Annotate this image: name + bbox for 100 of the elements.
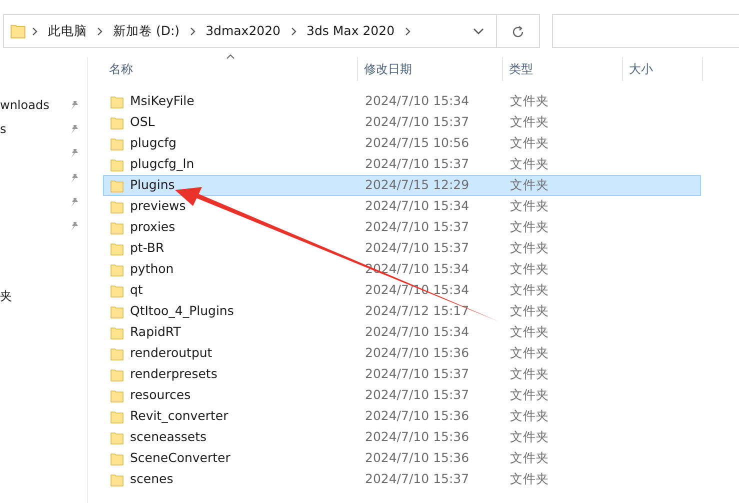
file-name: OSL <box>130 113 155 132</box>
file-row[interactable]: renderpresets 2024/7/10 15:37 文件夹 <box>103 364 701 385</box>
modified-date: 2024/7/10 15:34 <box>364 323 470 342</box>
chevron-icon <box>290 26 297 36</box>
column-header[interactable]: 大小 <box>623 57 703 81</box>
file-row[interactable]: resources 2024/7/10 15:37 文件夹 <box>103 385 701 406</box>
file-row[interactable]: SceneConverter 2024/7/10 15:36 文件夹 <box>103 448 701 469</box>
file-row[interactable]: QtItoo_4_Plugins 2024/7/12 15:17 文件夹 <box>103 301 701 322</box>
file-row[interactable]: OSL 2024/7/10 15:37 文件夹 <box>103 112 701 133</box>
modified-date: 2024/7/10 15:37 <box>364 113 470 132</box>
folder-icon <box>110 178 124 192</box>
file-type: 文件夹 <box>509 302 550 320</box>
modified-date: 2024/7/10 15:37 <box>364 386 470 404</box>
search-field[interactable] <box>552 14 739 48</box>
modified-date: 2024/7/10 15:37 <box>364 365 470 384</box>
modified-date: 2024/7/10 15:36 <box>364 449 470 468</box>
file-row[interactable]: proxies 2024/7/10 15:37 文件夹 <box>103 217 701 238</box>
sidebar-item[interactable]: wnloads <box>0 96 50 114</box>
file-type: 文件夹 <box>509 155 550 174</box>
file-type: 文件夹 <box>509 218 550 236</box>
file-name: scenes <box>130 470 174 488</box>
file-name: plugcfg_ln <box>130 155 194 174</box>
folder-icon <box>110 94 124 108</box>
modified-date: 2024/7/10 15:37 <box>364 470 470 488</box>
file-row[interactable]: previews 2024/7/10 15:34 文件夹 <box>103 196 701 217</box>
file-name: Plugins <box>130 176 175 194</box>
file-type: 文件夹 <box>509 344 550 362</box>
file-name: qt <box>130 281 143 300</box>
file-row[interactable]: sceneassets 2024/7/10 15:36 文件夹 <box>103 427 701 448</box>
file-name: SceneConverter <box>130 449 230 468</box>
chevron-icon <box>97 26 103 36</box>
file-name: plugcfg <box>130 134 176 152</box>
breadcrumb[interactable]: 3dmax2020 <box>206 22 281 40</box>
file-row[interactable]: renderoutput 2024/7/10 15:36 文件夹 <box>103 343 701 364</box>
folder-icon <box>110 284 124 298</box>
file-type: 文件夹 <box>509 176 550 194</box>
folder-icon <box>110 242 124 256</box>
folder-icon <box>110 346 124 360</box>
sort-caret-icon <box>226 54 235 59</box>
folder-icon <box>110 200 124 214</box>
sidebar-item[interactable]: s <box>0 120 6 138</box>
column-header[interactable]: 修改日期 <box>358 57 503 81</box>
column-header[interactable]: 类型 <box>503 57 623 81</box>
file-type: 文件夹 <box>509 428 550 446</box>
file-row[interactable]: RapidRT 2024/7/10 15:34 文件夹 <box>103 322 701 343</box>
folder-icon <box>10 22 26 40</box>
modified-date: 2024/7/10 15:37 <box>364 218 470 236</box>
folder-icon <box>110 136 124 150</box>
file-row[interactable]: scenes 2024/7/10 15:37 文件夹 <box>103 469 701 490</box>
modified-date: 2024/7/10 15:37 <box>364 239 470 258</box>
breadcrumb[interactable]: 此电脑 <box>48 22 87 40</box>
modified-date: 2024/7/10 15:36 <box>364 407 470 426</box>
address-bar[interactable]: 此电脑 新加卷 (D:) 3dmax2020 3ds Max 2020 <box>3 14 540 48</box>
file-type: 文件夹 <box>509 281 550 300</box>
file-type: 文件夹 <box>509 470 550 488</box>
file-type: 文件夹 <box>509 449 550 468</box>
modified-date: 2024/7/10 15:34 <box>364 197 470 216</box>
file-row[interactable]: plugcfg 2024/7/15 10:56 文件夹 <box>103 133 701 154</box>
chevron-icon <box>32 26 38 36</box>
folder-icon <box>110 304 124 318</box>
file-type: 文件夹 <box>509 92 550 110</box>
file-type: 文件夹 <box>509 197 550 216</box>
file-name: previews <box>130 197 186 216</box>
folder-icon <box>110 220 124 234</box>
modified-date: 2024/7/10 15:37 <box>364 155 470 174</box>
file-name: proxies <box>130 218 176 236</box>
file-type: 文件夹 <box>509 260 550 278</box>
folder-icon <box>110 262 124 276</box>
file-row[interactable]: Revit_converter 2024/7/10 15:36 文件夹 <box>103 406 701 427</box>
folder-icon <box>110 116 124 130</box>
folder-icon <box>110 158 124 172</box>
chevron-icon <box>190 26 196 36</box>
file-row[interactable]: Plugins 2024/7/15 12:29 文件夹 <box>103 175 701 196</box>
file-name: RapidRT <box>130 323 181 342</box>
modified-date: 2024/7/10 15:34 <box>364 92 470 110</box>
column-header[interactable]: 名称 <box>103 57 358 81</box>
modified-date: 2024/7/10 15:36 <box>364 428 470 446</box>
file-name: pt-BR <box>130 239 164 258</box>
file-type: 文件夹 <box>509 113 550 132</box>
file-row[interactable]: pt-BR 2024/7/10 15:37 文件夹 <box>103 238 701 259</box>
file-type: 文件夹 <box>509 323 550 342</box>
refresh-icon <box>511 24 525 39</box>
modified-date: 2024/7/12 15:17 <box>364 302 470 320</box>
file-row[interactable]: MsiKeyFile 2024/7/10 15:34 文件夹 <box>103 91 701 112</box>
folder-icon <box>110 410 124 424</box>
file-type: 文件夹 <box>509 386 550 404</box>
file-name: Revit_converter <box>130 407 228 426</box>
dropdown-icon[interactable] <box>473 28 484 34</box>
folder-icon <box>110 368 124 382</box>
file-type: 文件夹 <box>509 407 550 426</box>
chevron-icon <box>404 26 411 36</box>
sidebar-item[interactable]: 夹 <box>0 286 12 305</box>
breadcrumb[interactable]: 3ds Max 2020 <box>306 22 395 40</box>
file-row[interactable]: plugcfg_ln 2024/7/10 15:37 文件夹 <box>103 154 701 175</box>
folder-icon <box>110 388 124 402</box>
folder-icon <box>110 326 124 340</box>
folder-icon <box>110 430 124 444</box>
file-name: renderpresets <box>130 365 218 384</box>
breadcrumb[interactable]: 新加卷 (D:) <box>113 22 180 40</box>
modified-date: 2024/7/15 10:56 <box>364 134 470 152</box>
